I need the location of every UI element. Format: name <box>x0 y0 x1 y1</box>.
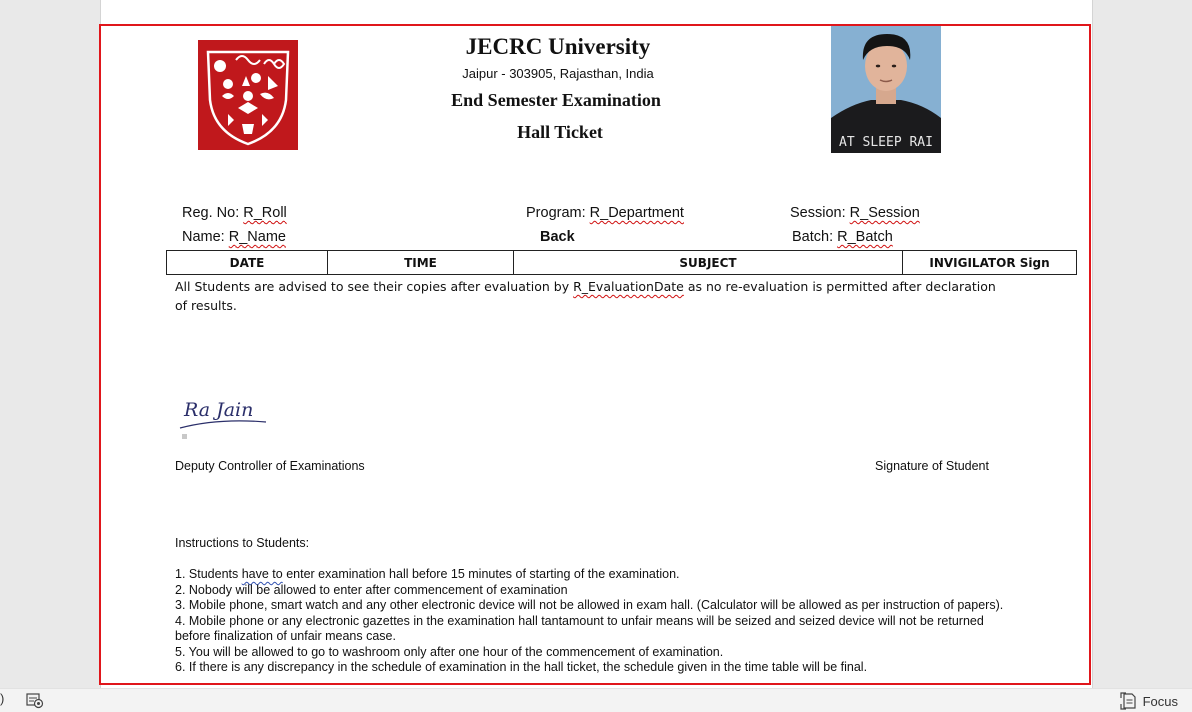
focus-label: Focus <box>1142 693 1178 709</box>
back-label: Back <box>540 229 575 245</box>
student-photo: AT SLEEP RAI <box>831 26 941 153</box>
ticket-title: Hall Ticket <box>517 122 603 142</box>
document-workspace: JECRC University Jaipur - 303905, Rajast… <box>0 0 1192 688</box>
column-header-subject: SUBJECT <box>513 250 903 275</box>
table-header-row: DATE TIME SUBJECT INVIGILATOR Sign <box>166 250 1077 275</box>
instruction-item: 1. Students have to enter examination ha… <box>175 567 1005 583</box>
reg-no-value: R_Roll <box>243 205 287 221</box>
batch-field: Batch: R_Batch <box>792 229 893 245</box>
focus-mode-button[interactable]: Focus <box>1119 691 1178 711</box>
batch-value: R_Batch <box>837 229 893 245</box>
program-field: Program: R_Department <box>526 205 684 221</box>
program-value: R_Department <box>589 205 684 221</box>
name-field: Name: R_Name <box>182 229 286 245</box>
session-value: R_Session <box>849 205 920 221</box>
instructions-title: Instructions to Students: <box>175 536 310 550</box>
reg-no-field: Reg. No: R_Roll <box>182 205 287 221</box>
deputy-controller-label: Deputy Controller of Examinations <box>175 459 365 473</box>
column-header-time: TIME <box>327 250 514 275</box>
university-name: JECRC University <box>465 34 651 59</box>
exam-title: End Semester Examination <box>451 90 661 110</box>
column-header-date: DATE <box>166 250 328 275</box>
deputy-controller-signature: Ra Jain <box>179 399 267 439</box>
status-edge-glyph: ) <box>0 691 5 706</box>
instruction-item: 2. Nobody will be allowed to enter after… <box>175 582 568 597</box>
session-label: Session: <box>790 205 850 221</box>
signature-text: Ra Jain <box>183 399 253 421</box>
university-address: Jaipur - 303905, Rajasthan, India <box>462 66 654 81</box>
evaluation-advice: All Students are advised to see their co… <box>175 277 1005 315</box>
instruction-item: 4. Mobile phone or any electronic gazett… <box>175 613 984 644</box>
instruction-1-start: 1. Students <box>175 567 242 581</box>
instructions-list: 1. Students have to enter examination ha… <box>175 567 1005 676</box>
exam-schedule-table: DATE TIME SUBJECT INVIGILATOR Sign <box>166 250 1077 275</box>
advice-text-start: All Students are advised to see their co… <box>175 279 574 294</box>
name-value: R_Name <box>228 229 286 245</box>
instruction-item: 6. If there is any discrepancy in the sc… <box>175 660 868 674</box>
instruction-item: 5. You will be allowed to go to washroom… <box>175 644 724 659</box>
name-label: Name: <box>182 229 229 245</box>
reg-no-label: Reg. No: <box>182 205 244 221</box>
university-logo <box>198 40 298 150</box>
accessibility-check-icon[interactable] <box>26 692 44 709</box>
session-field: Session: R_Session <box>790 205 920 221</box>
instruction-1-flagged: have to <box>241 567 283 581</box>
instruction-1-end: enter examination hall before 15 minutes… <box>282 567 680 581</box>
program-label: Program: <box>526 205 590 221</box>
status-bar: ) Focus <box>0 688 1192 712</box>
photo-shirt-text: AT SLEEP RAI <box>839 135 933 150</box>
focus-icon <box>1119 692 1136 710</box>
column-header-invigilator-sign: INVIGILATOR Sign <box>902 250 1077 275</box>
evaluation-date-placeholder: R_EvaluationDate <box>573 279 684 294</box>
instruction-item: 3. Mobile phone, smart watch and any oth… <box>175 598 1004 612</box>
batch-label: Batch: <box>792 229 838 245</box>
student-signature-label: Signature of Student <box>875 459 989 473</box>
